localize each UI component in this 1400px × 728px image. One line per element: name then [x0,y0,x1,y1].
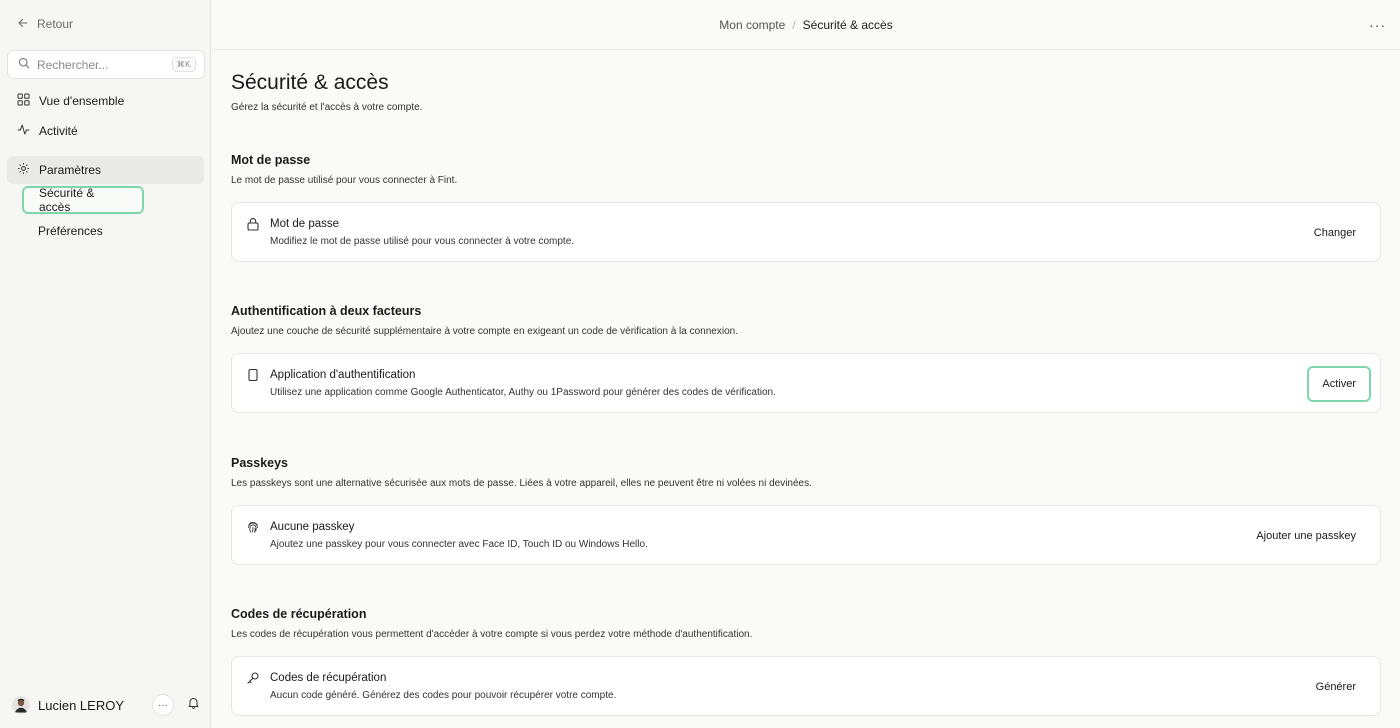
sidebar-item-activity[interactable]: Activité [7,117,204,145]
card-title: Application d'authentification [270,369,416,381]
authenticator-app-card: Application d'authentification Utilisez … [231,353,1381,413]
generate-codes-button[interactable]: Générer [1304,672,1368,702]
gear-icon [17,162,30,178]
sidebar-item-security[interactable]: Sécurité & accès [22,186,144,214]
breadcrumb-current: Sécurité & accès [802,17,893,32]
passkeys-card: Aucune passkey Ajoutez une passkey pour … [231,505,1381,565]
avatar[interactable] [12,696,30,714]
section-description-password: Le mot de passe utilisé pour vous connec… [231,175,458,186]
section-title-password: Mot de passe [231,153,311,167]
user-name: Lucien LEROY [38,697,124,713]
card-title: Mot de passe [270,218,340,230]
arrow-left-icon [17,17,29,32]
sidebar-item-label: Activité [39,124,78,138]
change-password-button[interactable]: Changer [1302,218,1368,248]
user-more-button[interactable]: ··· [152,694,174,716]
card-description: Utilisez une application comme Google Au… [270,387,776,398]
section-description-recovery: Les codes de récupération vous permetten… [231,629,753,640]
activity-icon [17,123,30,139]
section-title-recovery: Codes de récupération [231,607,367,621]
back-label: Retour [37,17,74,31]
bell-icon [187,696,200,714]
card-description: Ajoutez une passkey pour vous connecter … [270,539,648,550]
fingerprint-icon [246,520,260,534]
breadcrumb-separator: / [792,17,796,32]
search-input[interactable] [37,57,172,72]
user-profile: Lucien LEROY ··· [12,694,204,716]
sidebar-item-settings[interactable]: Paramètres [7,156,204,184]
sidebar-item-label: Vue d'ensemble [39,94,125,108]
sidebar-item-preferences[interactable]: Préférences [22,217,119,245]
card-title: Codes de récupération [270,672,387,684]
search-icon [18,56,30,74]
card-title: Aucune passkey [270,521,355,533]
section-description-two-factor: Ajoutez une couche de sécurité supplémen… [231,326,738,337]
section-title-two-factor: Authentification à deux facteurs [231,304,422,318]
more-options-button[interactable]: ··· [1369,17,1386,33]
sidebar-item-label: Sécurité & accès [39,186,95,214]
sidebar-item-overview[interactable]: Vue d'ensemble [7,87,204,115]
breadcrumb: Mon compte / Sécurité & accès ··· [212,0,1400,50]
grid-icon [17,93,30,109]
page-subtitle: Gérez la sécurité et l'accès à votre com… [231,102,423,113]
add-passkey-button[interactable]: Ajouter une passkey [1244,521,1368,551]
smartphone-icon [246,368,260,382]
notifications-button[interactable] [182,694,204,716]
sidebar: Retour ⌘K Vue d'ensemble Activité Paramè… [0,0,211,728]
sidebar-item-label: Préférences [38,224,103,238]
main-content: Mon compte / Sécurité & accès ··· Sécuri… [212,0,1400,728]
page-title: Sécurité & accès [231,71,389,94]
search-box[interactable]: ⌘K [7,50,205,79]
password-card: Mot de passe Modifiez le mot de passe ut… [231,202,1381,262]
sidebar-item-label: Paramètres [39,163,102,177]
search-shortcut-badge: ⌘K [171,57,196,72]
back-link[interactable]: Retour [17,15,73,33]
section-title-passkeys: Passkeys [231,456,289,470]
section-description-passkeys: Les passkeys sont une alternative sécuri… [231,478,812,489]
card-description: Aucun code généré. Générez des codes pou… [270,690,617,701]
lock-icon [246,217,260,231]
recovery-codes-card: Codes de récupération Aucun code généré.… [231,656,1381,716]
card-description: Modifiez le mot de passe utilisé pour vo… [270,236,575,247]
key-icon [246,671,260,685]
breadcrumb-parent[interactable]: Mon compte [719,18,785,32]
activate-2fa-button[interactable]: Activer [1307,366,1371,402]
